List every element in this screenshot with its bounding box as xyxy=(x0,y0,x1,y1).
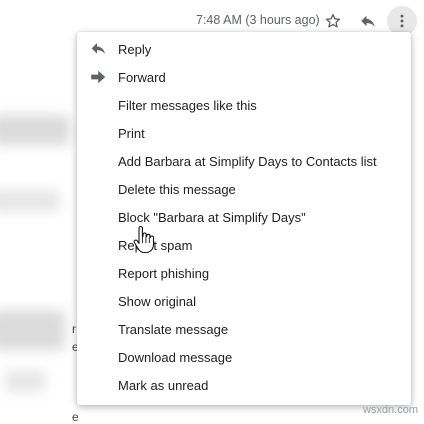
menu-item-label: Block "Barbara at Simplify Days" xyxy=(118,209,306,225)
menu-item-add-to-contacts[interactable]: Add Barbara at Simplify Days to Contacts… xyxy=(77,147,411,175)
menu-item-print[interactable]: Print xyxy=(77,119,411,147)
more-vert-icon xyxy=(400,14,404,28)
menu-item-label: Show original xyxy=(118,293,197,309)
menu-item-mark-unread[interactable]: Mark as unread xyxy=(77,371,411,399)
menu-item-label: Add Barbara at Simplify Days to Contacts… xyxy=(118,153,377,169)
menu-item-report-spam[interactable]: Report spam xyxy=(77,231,411,259)
message-timestamp: 7:48 AM (3 hours ago) xyxy=(196,13,320,27)
menu-item-label: Delete this message xyxy=(118,181,236,197)
watermark: wsxdn.com xyxy=(362,404,418,416)
menu-item-label: Print xyxy=(118,125,145,141)
background-text-fragment: r xyxy=(72,322,76,336)
blurred-email-content xyxy=(0,310,65,350)
menu-item-reply[interactable]: Reply xyxy=(77,35,411,63)
menu-item-label: Forward xyxy=(118,69,166,85)
blurred-email-content xyxy=(0,190,60,212)
menu-item-filter-messages[interactable]: Filter messages like this xyxy=(77,91,411,119)
menu-item-forward[interactable]: Forward xyxy=(77,63,411,91)
star-button[interactable] xyxy=(320,8,346,34)
menu-item-label: Report phishing xyxy=(118,265,210,281)
menu-item-report-phishing[interactable]: Report phishing xyxy=(77,259,411,287)
hand-pointer-cursor-icon xyxy=(133,226,155,254)
background-text-fragment: e xyxy=(72,410,79,424)
more-options-menu: Reply Forward Filter messages like this … xyxy=(77,32,411,405)
menu-item-download[interactable]: Download message xyxy=(77,343,411,371)
menu-item-label: Report spam xyxy=(118,237,193,253)
blurred-email-content xyxy=(5,370,45,392)
menu-item-label: Filter messages like this xyxy=(118,97,257,113)
blurred-email-content xyxy=(0,115,70,145)
menu-item-block-sender[interactable]: Block "Barbara at Simplify Days" xyxy=(77,203,411,231)
menu-item-label: Translate message xyxy=(118,321,229,337)
menu-item-show-original[interactable]: Show original xyxy=(77,287,411,315)
menu-item-translate[interactable]: Translate message xyxy=(77,315,411,343)
menu-item-delete[interactable]: Delete this message xyxy=(77,175,411,203)
menu-item-label: Mark as unread xyxy=(118,377,209,393)
reply-icon xyxy=(361,15,375,27)
star-icon xyxy=(325,13,341,28)
forward-icon xyxy=(91,70,107,84)
reply-icon xyxy=(91,42,107,56)
menu-item-label: Download message xyxy=(118,349,233,365)
reply-button[interactable] xyxy=(355,8,381,34)
menu-item-label: Reply xyxy=(118,41,152,57)
